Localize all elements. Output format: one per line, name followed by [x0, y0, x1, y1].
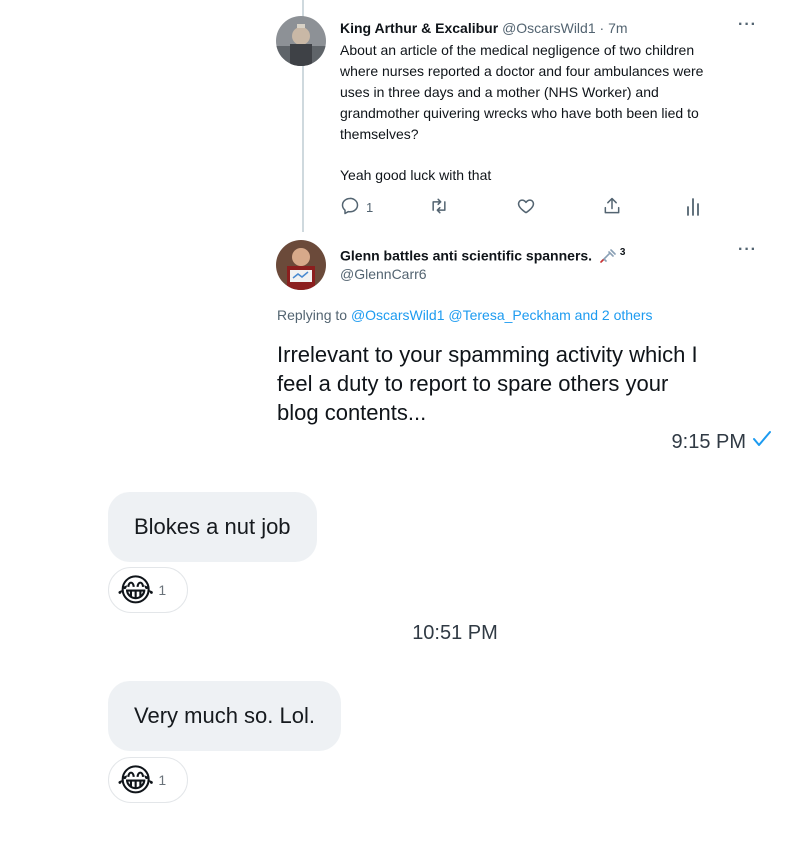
tweet-text: Irrelevant to your spamming activity whi… [277, 340, 777, 427]
received-message-bubble[interactable]: Very much so. Lol. [108, 681, 341, 751]
replying-and: and [574, 307, 599, 323]
author-name[interactable]: King Arthur & Excalibur [340, 20, 498, 36]
reaction-count: 1 [158, 772, 167, 788]
tweet-header: Glenn battles anti scientific spanners. … [340, 244, 625, 267]
tweet-header: King Arthur & Excalibur @OscarsWild1 · 7… [340, 19, 628, 37]
laughing-emoji-icon: 😂 [117, 572, 155, 608]
author-name[interactable]: Glenn battles anti scientific spanners. [340, 248, 592, 264]
replying-to: Replying to @OscarsWild1 @Teresa_Peckham… [277, 307, 653, 323]
replying-users-link[interactable]: @OscarsWild1 @Teresa_Peckham [351, 307, 571, 323]
author-handle[interactable]: @GlennCarr6 [340, 265, 427, 283]
laughing-emoji-icon: 😂 [117, 762, 155, 798]
analytics-button[interactable] [685, 196, 701, 219]
message-text: Blokes a nut job [134, 514, 291, 539]
more-options-icon[interactable]: ··· [738, 16, 757, 34]
reaction-count: 1 [158, 582, 167, 598]
retweet-button[interactable] [428, 196, 450, 219]
retweet-icon [428, 196, 450, 219]
tweet-actions: 1 [340, 196, 710, 218]
tweet-text-line: uses in three days and a mother (NHS Wor… [340, 84, 659, 100]
more-options-icon[interactable]: ··· [738, 241, 757, 259]
avatar[interactable] [276, 240, 326, 290]
author-handle[interactable]: @OscarsWild1 [502, 20, 596, 36]
avatar[interactable] [276, 16, 326, 66]
replying-prefix: Replying to [277, 307, 348, 323]
sent-time: 9:15 PM [671, 430, 746, 453]
reaction-pill[interactable]: 😂 1 [108, 757, 188, 803]
tweet-text-line: where nurses reported a doctor and four … [340, 63, 704, 79]
analytics-icon [685, 196, 701, 219]
replying-others-link[interactable]: 2 others [602, 307, 653, 323]
sent-message-status: 9:15 PM [672, 430, 772, 454]
separator-dot: · [599, 20, 605, 36]
reply-count: 1 [366, 200, 374, 215]
tweet-text-line: Irrelevant to your spamming activity whi… [277, 342, 698, 367]
tweet-text-line: blog contents... [277, 400, 427, 425]
checkmark-icon [752, 430, 772, 454]
reply-icon [340, 196, 360, 219]
tweet-text-line: feel a duty to report to spare others yo… [277, 371, 669, 396]
share-button[interactable] [602, 196, 622, 219]
reply-button[interactable]: 1 [340, 196, 373, 219]
received-message-bubble[interactable]: Blokes a nut job [108, 492, 317, 562]
share-icon [602, 196, 622, 219]
like-button[interactable] [516, 196, 536, 219]
badge-number: 3 [619, 247, 626, 258]
reaction-pill[interactable]: 😂 1 [108, 567, 188, 613]
tweet-text-line: themselves? [340, 126, 419, 142]
syringe-icon [600, 248, 616, 267]
heart-icon [516, 196, 536, 219]
tweet-time[interactable]: 7m [608, 20, 627, 36]
tweet-text-line: grandmother quivering wrecks who have bo… [340, 105, 699, 121]
tweet-text-line: Yeah good luck with that [340, 167, 492, 183]
tweet-text: About an article of the medical negligen… [340, 40, 760, 186]
message-timestamp: 10:51 PM [412, 622, 498, 644]
message-text: Very much so. Lol. [134, 703, 315, 728]
tweet-text-line: About an article of the medical negligen… [340, 42, 695, 58]
